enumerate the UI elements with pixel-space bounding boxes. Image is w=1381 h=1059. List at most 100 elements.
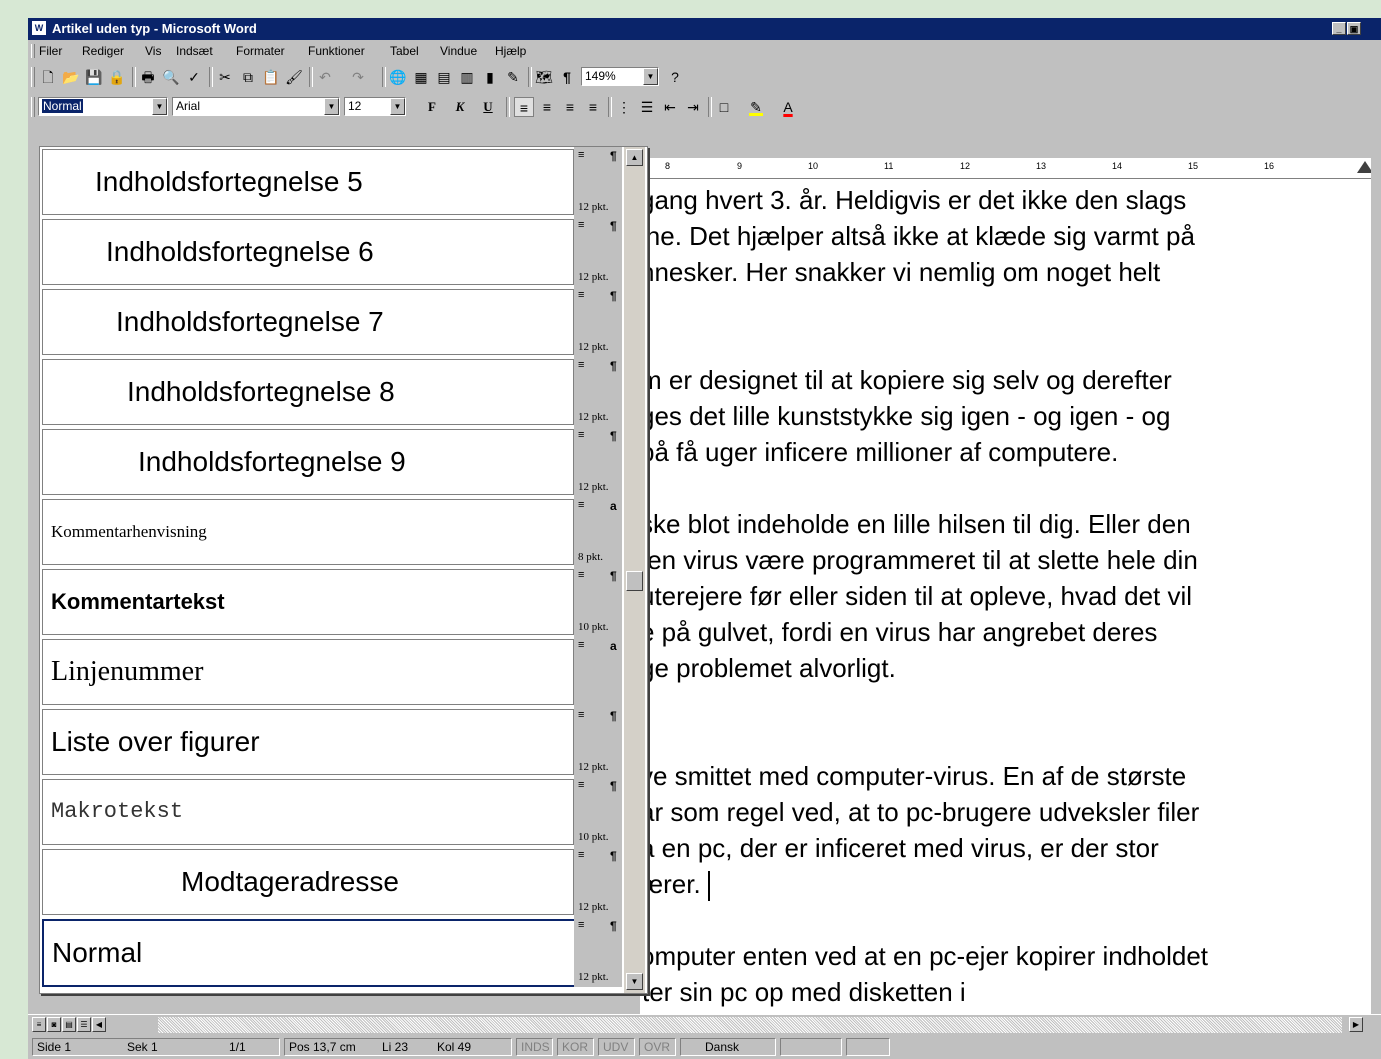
align-right-icon[interactable]: ≡ (560, 97, 580, 117)
chevron-down-icon[interactable]: ▼ (152, 98, 167, 115)
hyperlink-icon[interactable]: 🌐 (388, 67, 408, 87)
style-item[interactable]: Indholdsfortegnelse 7 ≡ ¶ 12 pkt. (40, 287, 624, 357)
scroll-up-icon[interactable]: ▲ (626, 149, 643, 166)
new-icon[interactable]: 🗋 (38, 67, 58, 87)
document-text[interactable]: gang hvert 3. år. Heldigvis er det ikke … (640, 182, 1381, 1007)
word-app-icon[interactable]: W (32, 21, 46, 35)
document-map-icon[interactable]: 🗺 (534, 67, 554, 87)
style-combo[interactable]: Normal ▼ (38, 97, 168, 116)
underline-button[interactable]: U (478, 97, 498, 117)
undo-icon[interactable]: ↶ (315, 67, 335, 87)
style-item[interactable]: Indholdsfortegnelse 8 ≡ ¶ 12 pkt. (40, 357, 624, 427)
doc-line: på få uger inficere millioner af compute… (640, 437, 1119, 467)
align-left-icon: ≡ (578, 849, 585, 861)
paste-icon[interactable]: 📋 (261, 67, 281, 87)
menu-formater[interactable]: Formater (236, 44, 285, 58)
scroll-right-icon[interactable]: ▶ (1349, 1017, 1363, 1032)
style-item[interactable]: Modtageradresse ≡ ¶ 12 pkt. (40, 847, 624, 917)
bullets-icon[interactable]: ☰ (637, 97, 657, 117)
style-item[interactable]: Liste over figurer ≡ ¶ 12 pkt. (40, 707, 624, 777)
style-name: Indholdsfortegnelse 6 (106, 236, 374, 267)
style-gallery-scrollbar[interactable]: ▲ ▼ (624, 147, 645, 993)
font-size-combo[interactable]: 12 ▼ (344, 97, 406, 116)
scroll-thumb[interactable] (626, 571, 643, 591)
style-item[interactable]: Makrotekst ≡ ¶ 10 pkt. (40, 777, 624, 847)
spelling-icon[interactable]: ✓ (184, 67, 204, 87)
insert-excel-icon[interactable]: ▥ (457, 67, 477, 87)
borders-icon[interactable]: □ (714, 97, 734, 117)
style-item[interactable]: Linjenummer ≡ a (40, 637, 624, 707)
maximize-button[interactable]: ▣ (1347, 22, 1361, 35)
open-icon[interactable]: 📂 (61, 67, 81, 87)
chevron-down-icon[interactable]: ▼ (390, 98, 405, 115)
normal-view-icon[interactable]: ≡ (32, 1017, 46, 1032)
show-formatting-icon[interactable]: ¶ (557, 67, 577, 87)
style-name: Kommentartekst (51, 589, 225, 614)
scroll-down-icon[interactable]: ▼ (626, 973, 643, 990)
doc-line: omputer enten ved at en pc-ejer kopirer … (640, 941, 1209, 971)
italic-button[interactable]: K (450, 97, 470, 117)
increase-indent-icon[interactable]: ⇥ (683, 97, 703, 117)
chevron-down-icon[interactable]: ▼ (324, 98, 339, 115)
menu-hjaelp[interactable]: Hjælp (495, 44, 526, 58)
cut-icon[interactable]: ✂ (215, 67, 235, 87)
decrease-indent-icon[interactable]: ⇤ (660, 97, 680, 117)
style-item[interactable]: Indholdsfortegnelse 9 ≡ ¶ 12 pkt. (40, 427, 624, 497)
copy-icon[interactable]: ⧉ (238, 67, 258, 87)
justify-icon[interactable]: ≡ (583, 97, 603, 117)
menu-funktioner[interactable]: Funktioner (308, 44, 365, 58)
document-area[interactable]: 8 9 10 11 12 13 14 15 16 gang hvert 3. å… (640, 158, 1381, 1038)
style-gallery-dropdown[interactable]: Indholdsfortegnelse 5 ≡ ¶ 12 pkt. Indholds… (39, 146, 648, 994)
status-mode-inds[interactable]: INDS (516, 1038, 553, 1056)
status-language[interactable]: Dansk (680, 1038, 776, 1056)
style-item[interactable]: Kommentartekst ≡ ¶ 10 pkt. (40, 567, 624, 637)
menu-filer[interactable]: Filer (39, 44, 62, 58)
print-preview-icon[interactable]: 🔍 (161, 67, 181, 87)
tables-borders-icon[interactable]: ▦ (411, 67, 431, 87)
style-size: 10 pkt. (578, 621, 609, 633)
insert-table-icon[interactable]: ▤ (434, 67, 454, 87)
save-icon[interactable]: 💾 (84, 67, 104, 87)
redo-icon[interactable]: ↷ (348, 67, 368, 87)
numbering-icon[interactable]: ⋮ (614, 97, 634, 117)
status-spelling[interactable] (780, 1038, 842, 1056)
highlight-icon[interactable]: ✎ (746, 97, 766, 117)
style-item[interactable]: Indholdsfortegnelse 6 ≡ ¶ 12 pkt. (40, 217, 624, 287)
menu-tabel[interactable]: Tabel (390, 44, 419, 58)
drawing-icon[interactable]: ✎ (503, 67, 523, 87)
font-combo[interactable]: Arial ▼ (172, 97, 340, 116)
menu-indsaet[interactable]: Indsæt (176, 44, 213, 58)
scroll-left-icon[interactable]: ◀ (92, 1017, 106, 1032)
style-item-selected[interactable]: Normal ≡ ¶ 12 pkt. (40, 917, 624, 987)
menu-rediger[interactable]: Rediger (82, 44, 124, 58)
font-color-icon[interactable]: A (778, 97, 798, 117)
menu-vis[interactable]: Vis (145, 44, 161, 58)
align-left-icon: ≡ (578, 499, 585, 511)
scroll-track[interactable] (158, 1017, 1342, 1033)
horizontal-scrollbar[interactable]: ≡ ◙ ▤ ☰ ◀ ▶ (28, 1014, 1381, 1035)
print-layout-icon[interactable]: ▤ (62, 1017, 76, 1032)
vertical-scrollbar[interactable] (1371, 158, 1381, 1016)
align-left-icon[interactable]: ≡ (514, 97, 534, 117)
status-mode-ovr[interactable]: OVR (639, 1038, 676, 1056)
align-center-icon[interactable]: ≡ (537, 97, 557, 117)
horizontal-ruler[interactable]: 8 9 10 11 12 13 14 15 16 (640, 158, 1381, 179)
style-type: ¶ (610, 569, 617, 583)
print-icon[interactable]: 🖶 (138, 67, 158, 87)
chevron-down-icon[interactable]: ▼ (643, 68, 658, 85)
status-mode-udv[interactable]: UDV (598, 1038, 635, 1056)
format-painter-icon[interactable]: 🖌 (284, 67, 304, 87)
status-mode-kor[interactable]: KOR (557, 1038, 594, 1056)
zoom-combo[interactable]: 149% ▼ (581, 67, 659, 86)
web-layout-icon[interactable]: ◙ (47, 1017, 61, 1032)
columns-icon[interactable]: ▮ (480, 67, 500, 87)
style-item[interactable]: Indholdsfortegnelse 5 ≡ ¶ 12 pkt. (40, 147, 624, 217)
minimize-button[interactable]: _ (1332, 22, 1346, 35)
style-item[interactable]: Kommentarhenvisning ≡ a 8 pkt. (40, 497, 624, 567)
outline-view-icon[interactable]: ☰ (77, 1017, 91, 1032)
menu-grip[interactable] (31, 44, 35, 58)
permission-icon[interactable]: 🔒 (107, 67, 127, 87)
help-icon[interactable]: ? (665, 67, 685, 87)
bold-button[interactable]: F (422, 97, 442, 117)
menu-vindue[interactable]: Vindue (440, 44, 477, 58)
